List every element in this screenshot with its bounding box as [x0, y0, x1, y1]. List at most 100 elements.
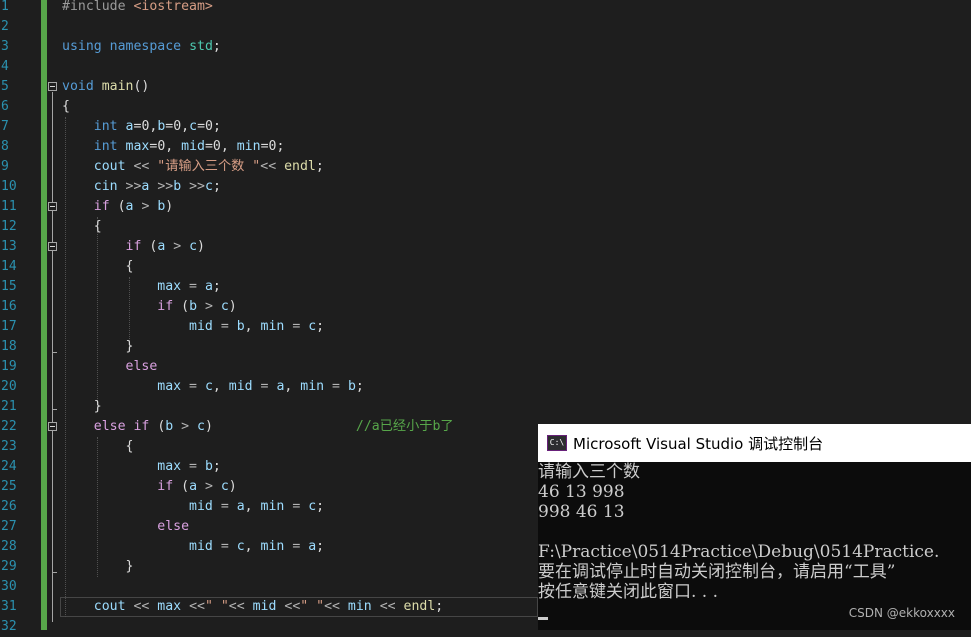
variable: min — [260, 539, 285, 554]
operator: << — [276, 599, 301, 614]
code-line[interactable]: #include <iostream> — [62, 0, 213, 17]
variable: c — [189, 239, 198, 254]
operator: << — [125, 159, 158, 174]
line-number: 16 — [1, 299, 17, 314]
code-line[interactable]: if (a > c) — [62, 237, 205, 257]
code-line[interactable]: if (a > c) — [62, 477, 236, 497]
code-comment: //a已经小于b了 — [355, 419, 454, 434]
string-literal: " " — [204, 599, 229, 614]
line-number: 30 — [1, 579, 17, 594]
brace: } — [93, 399, 102, 414]
code-token: ( — [173, 299, 190, 314]
variable: c — [204, 379, 213, 394]
code-line[interactable]: { — [62, 437, 134, 457]
operator: = — [212, 539, 237, 554]
line-number: 32 — [1, 619, 17, 634]
code-line[interactable]: mid = a, min = c; — [62, 497, 324, 517]
code-line[interactable]: { — [62, 257, 134, 277]
code-line[interactable]: } — [62, 557, 134, 577]
variable: mid — [189, 319, 213, 334]
stream-object: cin — [93, 179, 118, 194]
code-line[interactable]: } — [62, 397, 102, 417]
operator: > — [165, 239, 190, 254]
line-number: 4 — [1, 59, 9, 74]
console-line: 请输入三个数 — [538, 462, 640, 482]
variable: c — [204, 179, 213, 194]
punctuation: ; — [212, 39, 221, 54]
keyword: int — [93, 139, 118, 154]
console-line: 按任意键关闭此窗口. . . — [538, 582, 719, 602]
code-line[interactable]: else — [62, 517, 189, 537]
code-line[interactable]: mid = c, min = a; — [62, 537, 324, 557]
punctuation: , — [244, 539, 261, 554]
line-number: 23 — [1, 439, 17, 454]
variable: b — [189, 299, 198, 314]
code-line[interactable]: int a=0,b=0,c=0; — [62, 117, 221, 137]
code-line[interactable]: if (a > b) — [62, 197, 173, 217]
line-number: 14 — [1, 259, 17, 274]
code-line[interactable]: mid = b, min = c; — [62, 317, 324, 337]
code-line[interactable]: int max=0, mid=0, min=0; — [62, 137, 285, 157]
code-line[interactable]: else if (b > c) //a已经小于b了 — [62, 417, 454, 437]
line-number: 18 — [1, 339, 17, 354]
code-line[interactable]: { — [62, 97, 70, 117]
variable: mid — [252, 599, 277, 614]
variable: a — [308, 539, 317, 554]
collapse-toggle-icon[interactable] — [48, 202, 57, 211]
operator: << — [228, 599, 253, 614]
string-literal: " " — [300, 599, 325, 614]
variable: c — [236, 539, 245, 554]
code-line[interactable]: cin >>a >>b >>c; — [62, 177, 221, 197]
punctuation: ; — [212, 179, 221, 194]
punctuation: , — [244, 319, 261, 334]
code-line[interactable]: if (b > c) — [62, 297, 236, 317]
code-line[interactable]: { — [62, 217, 102, 237]
line-number: 10 — [1, 179, 17, 194]
code-line[interactable]: void main() — [62, 77, 149, 97]
console-output[interactable]: 请输入三个数 46 13 998 998 46 13 F:\Practice\0… — [538, 462, 971, 630]
code-line[interactable]: else — [62, 357, 158, 377]
code-line[interactable]: max = a; — [62, 277, 221, 297]
include-header: <iostream> — [133, 0, 213, 14]
punctuation: ; — [316, 539, 325, 554]
code-token: =0, — [204, 139, 237, 154]
keyword: using — [62, 39, 102, 54]
collapse-toggle-icon[interactable] — [48, 82, 57, 91]
line-number: 8 — [1, 139, 9, 154]
code-line[interactable]: cout << "请输入三个数 "<< endl; — [62, 157, 324, 177]
variable: a — [189, 479, 198, 494]
variable: c — [308, 319, 317, 334]
console-line: 998 46 13 — [538, 502, 625, 522]
collapse-toggle-icon[interactable] — [48, 422, 57, 431]
code-token: ) — [197, 239, 205, 254]
keyword: namespace — [109, 39, 182, 54]
operator: << — [371, 599, 404, 614]
operator: > — [173, 419, 198, 434]
variable: max — [157, 379, 182, 394]
fold-end-tick — [52, 572, 57, 573]
console-title: Microsoft Visual Studio 调试控制台 — [573, 435, 824, 453]
operator: = — [284, 539, 309, 554]
control-keyword: if — [157, 299, 174, 314]
control-keyword: if — [93, 199, 110, 214]
debug-console-window[interactable]: C:\ Microsoft Visual Studio 调试控制台 请输入三个数… — [538, 424, 971, 630]
console-line: 要在调试停止时自动关闭控制台，请启用“工具” — [538, 562, 896, 582]
variable: c — [189, 119, 198, 134]
code-line[interactable]: using namespace std; — [62, 37, 221, 57]
collapse-toggle-icon[interactable] — [48, 242, 57, 251]
fold-guide-line — [52, 92, 53, 622]
line-number: 5 — [1, 79, 9, 94]
line-number: 20 — [1, 379, 17, 394]
code-line[interactable]: cout << max <<" "<< mid <<" "<< min << e… — [62, 597, 443, 617]
punctuation: ; — [355, 379, 364, 394]
code-line[interactable]: max = c, mid = a, min = b; — [62, 377, 364, 397]
code-line[interactable]: } — [62, 337, 134, 357]
keyword: void — [62, 79, 94, 94]
variable: min — [347, 599, 372, 614]
variable: a — [236, 499, 245, 514]
variable: a — [125, 199, 134, 214]
console-title-bar[interactable]: C:\ Microsoft Visual Studio 调试控制台 — [538, 424, 971, 462]
variable: max — [125, 139, 150, 154]
code-token: ) — [165, 199, 174, 214]
code-line[interactable]: max = b; — [62, 457, 221, 477]
